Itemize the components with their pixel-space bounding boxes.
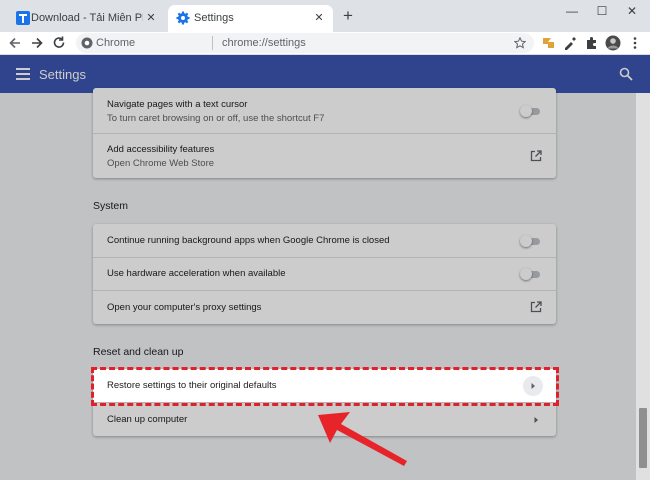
external-link-icon[interactable] (530, 301, 542, 313)
caret-browsing-toggle[interactable] (520, 105, 540, 117)
reload-icon[interactable] (50, 34, 68, 52)
close-tab-icon[interactable]: ✕ (143, 10, 159, 26)
more-menu-icon[interactable] (627, 35, 643, 51)
address-bar[interactable]: Chrome chrome://settings (76, 33, 534, 53)
gear-icon (176, 11, 190, 25)
background-apps-row[interactable]: Continue running background apps when Go… (93, 224, 556, 257)
extensions-puzzle-icon[interactable] (584, 35, 600, 51)
row-title: Use hardware acceleration when available (107, 268, 286, 279)
scrollbar-thumb[interactable] (639, 408, 647, 468)
t-logo-icon (16, 11, 30, 25)
background-apps-toggle[interactable] (520, 235, 540, 247)
browser-toolbar: Chrome chrome://settings (0, 32, 650, 55)
tab-title: Settings (194, 12, 234, 24)
tab-strip: Download - Tải Miễn Phí VN - Ph ✕ Settin… (0, 0, 650, 32)
clean-up-computer-row[interactable]: Clean up computer (93, 402, 556, 436)
eyedropper-icon[interactable] (562, 35, 578, 51)
chevron-button[interactable] (523, 376, 543, 396)
back-icon[interactable] (6, 34, 24, 52)
search-icon[interactable] (619, 67, 633, 81)
row-title: Clean up computer (107, 414, 188, 425)
url-text: chrome://settings (222, 37, 306, 49)
proxy-settings-row[interactable]: Open your computer's proxy settings (93, 290, 556, 324)
chrome-logo-icon (81, 37, 93, 49)
maximize-icon[interactable]: ☐ (592, 4, 612, 18)
scrollbar[interactable] (636, 93, 650, 480)
external-link-icon[interactable] (530, 150, 542, 162)
hardware-acceleration-row[interactable]: Use hardware acceleration when available (93, 257, 556, 291)
star-icon[interactable] (514, 37, 526, 49)
chevron-right-icon (531, 383, 535, 389)
row-title: Continue running background apps when Go… (107, 235, 390, 246)
system-card: Continue running background apps when Go… (93, 224, 556, 324)
row-subtitle: To turn caret browsing on or off, use th… (107, 113, 325, 124)
row-subtitle: Open Chrome Web Store (107, 158, 215, 169)
row-title: Open your computer's proxy settings (107, 302, 262, 313)
hamburger-menu-icon[interactable] (16, 68, 30, 80)
tab-title: Download - Tải Miễn Phí VN - Ph (31, 12, 143, 24)
tab-download[interactable]: Download - Tải Miễn Phí VN - Ph ✕ (8, 5, 165, 32)
minimize-icon[interactable]: — (562, 4, 582, 18)
omnibox-divider (212, 36, 213, 50)
section-title-reset: Reset and clean up (93, 346, 184, 358)
site-label: Chrome (96, 37, 136, 49)
new-tab-button[interactable]: + (340, 7, 356, 24)
restore-defaults-row[interactable]: Restore settings to their original defau… (93, 369, 556, 402)
row-title: Add accessibility features (107, 144, 215, 155)
row-title: Restore settings to their original defau… (107, 380, 277, 391)
tab-settings[interactable]: Settings ✕ (168, 5, 333, 32)
page-title: Settings (39, 67, 86, 82)
forward-icon[interactable] (28, 34, 46, 52)
row-title: Navigate pages with a text cursor (107, 99, 248, 110)
avatar[interactable] (605, 35, 621, 51)
accessibility-card: Navigate pages with a text cursor To tur… (93, 88, 556, 178)
caret-browsing-row[interactable]: Navigate pages with a text cursor To tur… (93, 88, 556, 133)
close-tab-icon[interactable]: ✕ (311, 10, 327, 26)
accessibility-features-row[interactable]: Add accessibility features Open Chrome W… (93, 133, 556, 178)
close-window-icon[interactable]: ✕ (622, 4, 642, 18)
section-title-system: System (93, 200, 129, 212)
bookmark-extension-icon[interactable] (540, 35, 556, 51)
chevron-right-icon (534, 417, 538, 423)
hardware-acceleration-toggle[interactable] (520, 268, 540, 280)
